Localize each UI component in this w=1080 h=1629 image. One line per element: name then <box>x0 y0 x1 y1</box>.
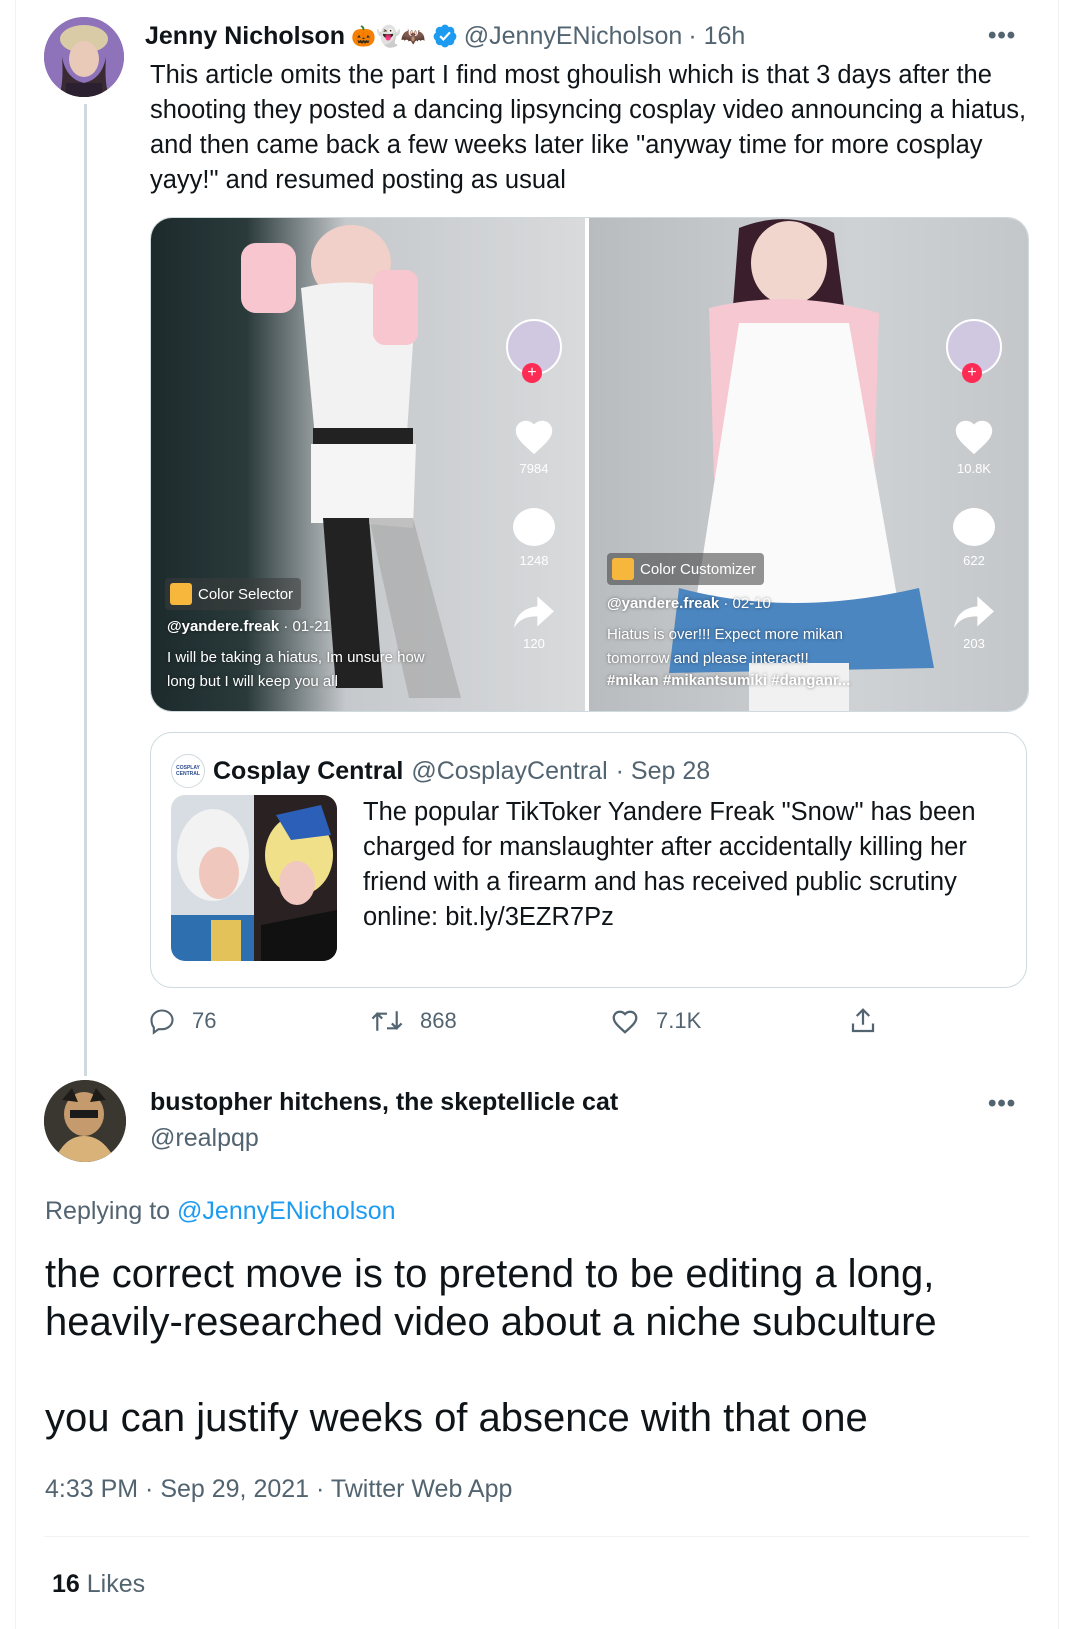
quote-thumbnail[interactable] <box>171 795 337 961</box>
replying-to-line: Replying to @JennyENicholson <box>45 1197 396 1226</box>
likes-summary[interactable]: 16 Likes <box>52 1570 145 1599</box>
avatar-image <box>44 1080 126 1162</box>
like-count: 7.1K <box>656 1008 702 1033</box>
heart-icon <box>612 1010 638 1034</box>
quoted-tweet[interactable]: COSPLAY CENTRAL Cosplay Central @Cosplay… <box>150 732 1027 988</box>
effect-badge-right[interactable]: Color Customizer <box>607 553 764 585</box>
tweet-media[interactable]: + 7984 1248 120 Color Selector @yandere.… <box>150 217 1029 712</box>
video-tags-right[interactable]: #mikan #mikantsumiki #danganr... <box>607 672 850 689</box>
bustopher-avatar[interactable] <box>44 1080 126 1162</box>
likes-summary-label: Likes <box>86 1570 146 1598</box>
comment-icon[interactable] <box>953 508 995 546</box>
reply-author-handle[interactable]: @realpqp <box>150 1124 259 1153</box>
like-action[interactable]: 7.1K <box>610 1007 701 1035</box>
video-date: · 01-21 <box>283 618 331 635</box>
jenny-avatar[interactable] <box>44 17 124 97</box>
quote-date[interactable]: · Sep 28 <box>616 757 711 786</box>
reply-text-line1: the correct move is to pretend to be edi… <box>45 1252 937 1344</box>
cosplay-central-logo-icon[interactable]: COSPLAY CENTRAL <box>171 754 205 788</box>
reply-count: 76 <box>192 1008 217 1033</box>
quote-handle[interactable]: @CosplayCentral <box>411 757 607 786</box>
video-date: · 02-10 <box>723 595 771 612</box>
quote-author-name[interactable]: Cosplay Central <box>213 757 403 786</box>
video-user-left[interactable]: @yandere.freak · 01-21 <box>167 618 331 635</box>
shares-count-left: 120 <box>523 636 545 651</box>
follow-plus-icon[interactable]: + <box>522 363 542 383</box>
avatar-image <box>44 17 124 97</box>
quote-header: COSPLAY CENTRAL Cosplay Central @Cosplay… <box>171 754 711 788</box>
reply-icon <box>150 1009 174 1035</box>
follow-plus-icon[interactable]: + <box>962 363 982 383</box>
effect-label: Color Customizer <box>640 560 756 578</box>
likes-count-right: 10.8K <box>957 461 991 476</box>
tweet-header: Jenny Nicholson 🎃👻🦇 @JennyENicholson · 1… <box>145 20 745 52</box>
retweet-count: 868 <box>420 1008 457 1033</box>
comments-count-left: 1248 <box>519 553 549 568</box>
video-thumbnail-right[interactable]: + 10.8K 622 203 Color Customizer @yander… <box>589 218 1028 711</box>
comment-icon[interactable] <box>513 508 555 546</box>
share-arrow-icon[interactable] <box>954 596 994 630</box>
quote-thumbnail-image <box>171 795 337 961</box>
sparkle-icon <box>612 558 634 580</box>
likes-summary-count: 16 <box>52 1570 80 1598</box>
retweet-icon <box>371 1011 403 1031</box>
tweet-text: This article omits the part I find most … <box>150 61 1027 194</box>
share-icon <box>851 1008 875 1033</box>
share-arrow-icon[interactable] <box>514 596 554 630</box>
verified-badge-icon <box>432 23 458 49</box>
tweet-time[interactable]: · 16h <box>688 22 745 51</box>
like-heart-icon[interactable] <box>512 416 556 456</box>
reply-action[interactable]: 76 <box>148 1007 216 1035</box>
video-username: @yandere.freak <box>607 595 720 612</box>
reply-author-name[interactable]: bustopher hitchens, the skeptellicle cat <box>150 1088 618 1117</box>
shares-count-right: 203 <box>963 636 985 651</box>
video-username: @yandere.freak <box>167 618 280 635</box>
replying-to-handle[interactable]: @JennyENicholson <box>177 1197 396 1225</box>
share-action[interactable] <box>848 1006 878 1041</box>
logo-text: COSPLAY CENTRAL <box>176 765 200 777</box>
effect-label: Color Selector <box>198 585 294 603</box>
video-thumbnail-left[interactable]: + 7984 1248 120 Color Selector @yandere.… <box>151 218 585 711</box>
divider <box>44 1536 1029 1537</box>
more-options-icon[interactable]: ••• <box>988 22 1016 50</box>
video-user-right[interactable]: @yandere.freak · 02-10 <box>607 595 771 612</box>
quote-text: The popular TikToker Yandere Freak "Snow… <box>363 798 976 931</box>
thread-connector-line <box>84 104 87 1076</box>
reply-timestamp[interactable]: 4:33 PM · Sep 29, 2021 · Twitter Web App <box>45 1475 512 1504</box>
retweet-action[interactable]: 868 <box>370 1007 457 1035</box>
video-caption-right: Hiatus is over!!! Expect more mikan tomo… <box>607 626 843 667</box>
likes-count-left: 7984 <box>519 461 549 476</box>
author-emojis: 🎃👻🦇 <box>351 25 426 48</box>
reply-more-options-icon[interactable]: ••• <box>988 1090 1016 1118</box>
video-caption-left: I will be taking a hiatus, Im unsure how… <box>167 649 425 690</box>
author-handle[interactable]: @JennyENicholson <box>464 22 683 51</box>
comments-count-right: 622 <box>963 553 985 568</box>
replying-to-label: Replying to <box>45 1197 171 1225</box>
like-heart-icon[interactable] <box>952 416 996 456</box>
sparkle-icon <box>170 583 192 605</box>
author-name[interactable]: Jenny Nicholson <box>145 22 345 51</box>
reply-text-line2: you can justify weeks of absence with th… <box>45 1396 868 1440</box>
effect-badge-left[interactable]: Color Selector <box>165 578 302 610</box>
reply-text: the correct move is to pretend to be edi… <box>45 1250 1035 1442</box>
